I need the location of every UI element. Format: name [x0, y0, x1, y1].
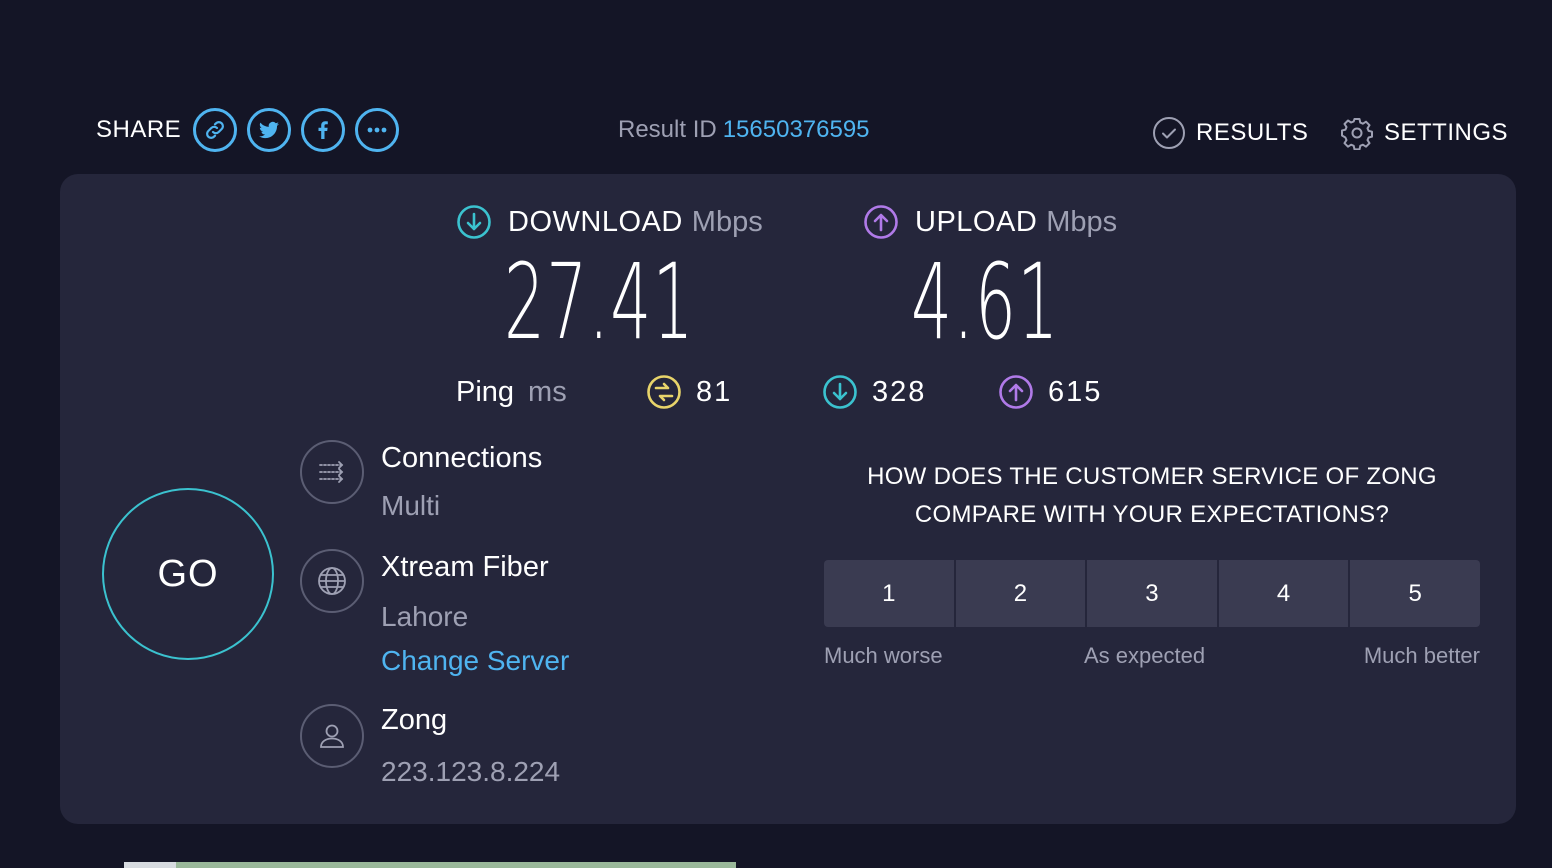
download-label: DOWNLOAD [508, 205, 683, 238]
go-button[interactable]: GO [102, 488, 274, 660]
survey-question: HOW DOES THE CUSTOMER SERVICE OF ZONG CO… [824, 458, 1480, 534]
share-facebook-button[interactable] [301, 108, 346, 152]
connections-icon [300, 440, 364, 504]
upload-metric: UPLOAD Mbps 4.61 [863, 202, 1151, 354]
result-id-label: Result ID [618, 116, 717, 143]
share-link-button[interactable] [193, 108, 238, 152]
ping-upload-value: 615 [1048, 375, 1103, 408]
result-id-link[interactable]: 15650376595 [723, 116, 870, 143]
rating-option-1[interactable]: 1 [824, 560, 954, 627]
upload-arrow-icon [864, 205, 898, 239]
share-label: SHARE [96, 116, 182, 143]
server-name: Xtream Fiber [381, 551, 549, 583]
provider-name: Zong [381, 704, 448, 736]
connections-value: Multi [381, 490, 441, 521]
ping-download-icon [823, 375, 857, 409]
change-server-link[interactable]: Change Server [381, 645, 569, 677]
ping-upload: 615 [998, 370, 1102, 414]
rating-option-3[interactable]: 3 [1087, 560, 1217, 627]
provider-ip: 223.123.8.224 [381, 756, 561, 787]
settings-nav-button[interactable]: SETTINGS [1340, 116, 1508, 150]
user-icon [300, 704, 364, 768]
result-id: Result ID 15650376595 [618, 116, 870, 144]
rating-label-worse: Much worse [824, 643, 943, 668]
results-nav-button[interactable]: RESULTS [1152, 116, 1308, 150]
bottom-content-edge [124, 862, 736, 868]
download-unit: Mbps [691, 205, 763, 238]
ping-idle-value: 81 [696, 375, 733, 408]
ping-unit: ms [528, 375, 567, 408]
rating-options: 1 2 3 4 5 [824, 560, 1480, 627]
customer-service-survey: HOW DOES THE CUSTOMER SERVICE OF ZONG CO… [824, 458, 1480, 673]
speedtest-page: SHARE Result ID 15650376595 RESULTS SETT… [0, 0, 1552, 868]
rating-option-2[interactable]: 2 [955, 560, 1086, 627]
rating-label-better: Much better [1363, 643, 1480, 668]
survey-question-line-2: COMPARE WITH YOUR EXPECTATIONS? [914, 501, 1390, 528]
rating-option-4[interactable]: 4 [1218, 560, 1349, 627]
download-arrow-icon [457, 205, 491, 239]
share-more-button[interactable] [355, 108, 400, 152]
upload-unit: Mbps [1046, 205, 1118, 238]
rating-label-expected: As expected [1084, 643, 1206, 668]
results-label: RESULTS [1196, 119, 1309, 146]
go-label: GO [157, 552, 219, 595]
rating-scale-labels: Much worse As expected Much better [824, 643, 1480, 673]
download-metric: DOWNLOAD Mbps 27.41 [456, 202, 812, 354]
download-speed-value: 27.41 [504, 241, 695, 363]
server-location: Lahore [381, 601, 469, 632]
gear-icon [1340, 116, 1374, 150]
settings-label: SETTINGS [1384, 119, 1509, 146]
ping-idle: 81 [646, 370, 732, 414]
ping-label: Ping [456, 375, 515, 408]
bottom-content-segment [176, 862, 736, 868]
share-twitter-button[interactable] [247, 108, 292, 152]
connections-title: Connections [381, 442, 543, 474]
globe-icon [300, 549, 364, 613]
upload-speed-value: 4.61 [911, 241, 1060, 363]
check-circle-icon [1152, 116, 1186, 150]
ping-idle-icon [647, 375, 681, 409]
survey-question-line-1: HOW DOES THE CUSTOMER SERVICE OF ZONG [867, 463, 1437, 490]
result-card: DOWNLOAD Mbps 27.41 UPLOAD Mbps 4.61 Pin… [60, 174, 1516, 824]
ping-download: 328 [822, 370, 926, 414]
twitter-icon [259, 121, 280, 139]
rating-option-5[interactable]: 5 [1350, 560, 1480, 627]
more-icon [367, 127, 387, 133]
ping-row: Ping ms 81 328 615 [456, 370, 1100, 414]
upload-label: UPLOAD [915, 205, 1038, 238]
ping-download-value: 328 [872, 375, 927, 408]
link-icon [206, 121, 225, 139]
facebook-icon [318, 121, 328, 139]
ping-upload-icon [999, 375, 1033, 409]
share-bar: SHARE [96, 108, 409, 152]
